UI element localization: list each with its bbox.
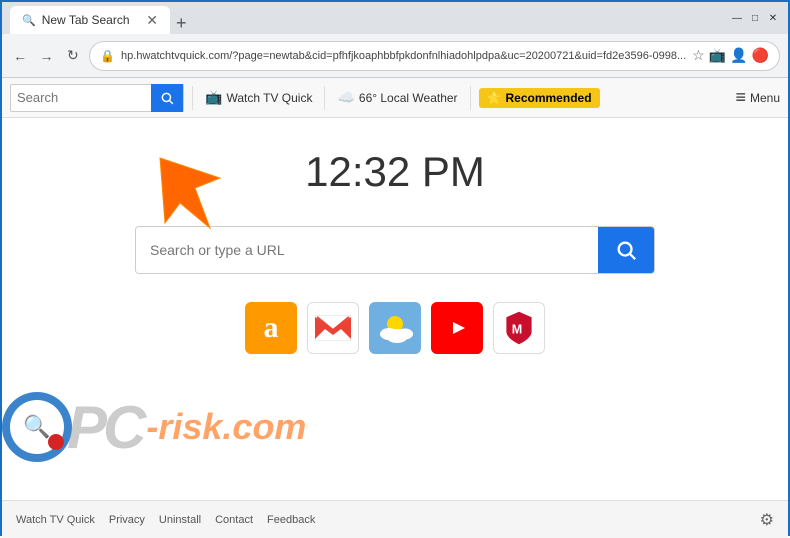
toolbar-divider-3 bbox=[470, 86, 471, 110]
window-controls: — □ ✕ bbox=[730, 11, 780, 25]
settings-gear-icon[interactable]: ⚙ bbox=[760, 510, 774, 530]
page-body: 12:32 PM bbox=[2, 118, 788, 500]
quicklink-weather[interactable] bbox=[369, 302, 421, 354]
watch-tv-label: Watch TV Quick bbox=[226, 91, 312, 105]
refresh-button[interactable]: ↻ bbox=[63, 42, 83, 70]
weather-label: 66° Local Weather bbox=[359, 91, 458, 105]
main-search-input[interactable] bbox=[136, 227, 598, 273]
new-tab-button[interactable]: + bbox=[170, 13, 193, 34]
amazon-icon: a bbox=[264, 311, 279, 345]
youtube-icon bbox=[441, 317, 473, 339]
account-icon[interactable]: 👤 bbox=[730, 47, 747, 64]
recommended-label: Recommended bbox=[506, 91, 592, 105]
recommended-button[interactable]: ⭐ Recommended bbox=[479, 88, 600, 108]
extension-icon[interactable]: 🔴 bbox=[752, 47, 769, 64]
footer: Watch TV Quick Privacy Uninstall Contact… bbox=[2, 500, 788, 538]
quicklinks-row: a bbox=[245, 302, 545, 354]
main-search-container bbox=[135, 226, 655, 274]
menu-button[interactable]: ≡ Menu bbox=[735, 87, 780, 108]
star-icon: ⭐ bbox=[487, 91, 502, 105]
toolbar-search-button[interactable] bbox=[151, 84, 183, 112]
weather-icon bbox=[375, 310, 415, 346]
bookmark-icon[interactable]: ☆ bbox=[692, 47, 705, 64]
toolbar-search-input[interactable] bbox=[11, 85, 151, 111]
url-icons: ☆ 📺 👤 🔴 bbox=[692, 47, 769, 64]
quicklink-gmail[interactable] bbox=[307, 302, 359, 354]
toolbar-search-box[interactable] bbox=[10, 84, 184, 112]
toolbar: 📺 Watch TV Quick ☁️ 66° Local Weather ⭐ … bbox=[2, 78, 788, 118]
tab-close-button[interactable]: ✕ bbox=[146, 13, 158, 27]
toolbar-divider-1 bbox=[192, 86, 193, 110]
forward-button[interactable]: → bbox=[36, 42, 56, 70]
mcafee-icon: M bbox=[503, 310, 535, 346]
watch-tv-button[interactable]: 📺 Watch TV Quick bbox=[201, 87, 316, 108]
footer-link-watch-tv[interactable]: Watch TV Quick bbox=[16, 514, 95, 526]
close-button[interactable]: ✕ bbox=[766, 11, 780, 25]
minimize-button[interactable]: — bbox=[730, 11, 744, 25]
main-content: 12:32 PM bbox=[2, 118, 788, 500]
gmail-icon bbox=[315, 315, 351, 341]
title-bar: 🔍 New Tab Search ✕ + — □ ✕ bbox=[2, 2, 788, 34]
footer-link-privacy[interactable]: Privacy bbox=[109, 514, 145, 526]
menu-icon: ≡ bbox=[735, 87, 746, 108]
browser-icon[interactable]: 📺 bbox=[709, 47, 726, 64]
menu-label: Menu bbox=[750, 91, 780, 105]
weather-icon: ☁️ bbox=[337, 89, 354, 106]
toolbar-divider-2 bbox=[324, 86, 325, 110]
browser-tab[interactable]: 🔍 New Tab Search ✕ bbox=[10, 6, 170, 34]
footer-link-feedback[interactable]: Feedback bbox=[267, 514, 315, 526]
tab-area: 🔍 New Tab Search ✕ + bbox=[10, 2, 722, 34]
quicklink-youtube[interactable] bbox=[431, 302, 483, 354]
main-search-button[interactable] bbox=[598, 227, 654, 273]
back-button[interactable]: ← bbox=[10, 42, 30, 70]
tab-icon: 🔍 bbox=[22, 14, 36, 27]
clock-display: 12:32 PM bbox=[305, 148, 485, 196]
footer-link-contact[interactable]: Contact bbox=[215, 514, 253, 526]
url-bar[interactable]: 🔒 hp.hwatchtvquick.com/?page=newtab&cid=… bbox=[89, 41, 780, 71]
svg-text:M: M bbox=[512, 322, 523, 336]
maximize-button[interactable]: □ bbox=[748, 11, 762, 25]
quicklink-mcafee[interactable]: M bbox=[493, 302, 545, 354]
tab-title: New Tab Search bbox=[42, 13, 130, 27]
url-text: hp.hwatchtvquick.com/?page=newtab&cid=pf… bbox=[121, 50, 686, 62]
tv-icon: 📺 bbox=[205, 89, 222, 106]
weather-button[interactable]: ☁️ 66° Local Weather bbox=[333, 87, 461, 108]
address-bar: ← → ↻ 🔒 hp.hwatchtvquick.com/?page=newta… bbox=[2, 34, 788, 78]
quicklink-amazon[interactable]: a bbox=[245, 302, 297, 354]
footer-link-uninstall[interactable]: Uninstall bbox=[159, 514, 201, 526]
